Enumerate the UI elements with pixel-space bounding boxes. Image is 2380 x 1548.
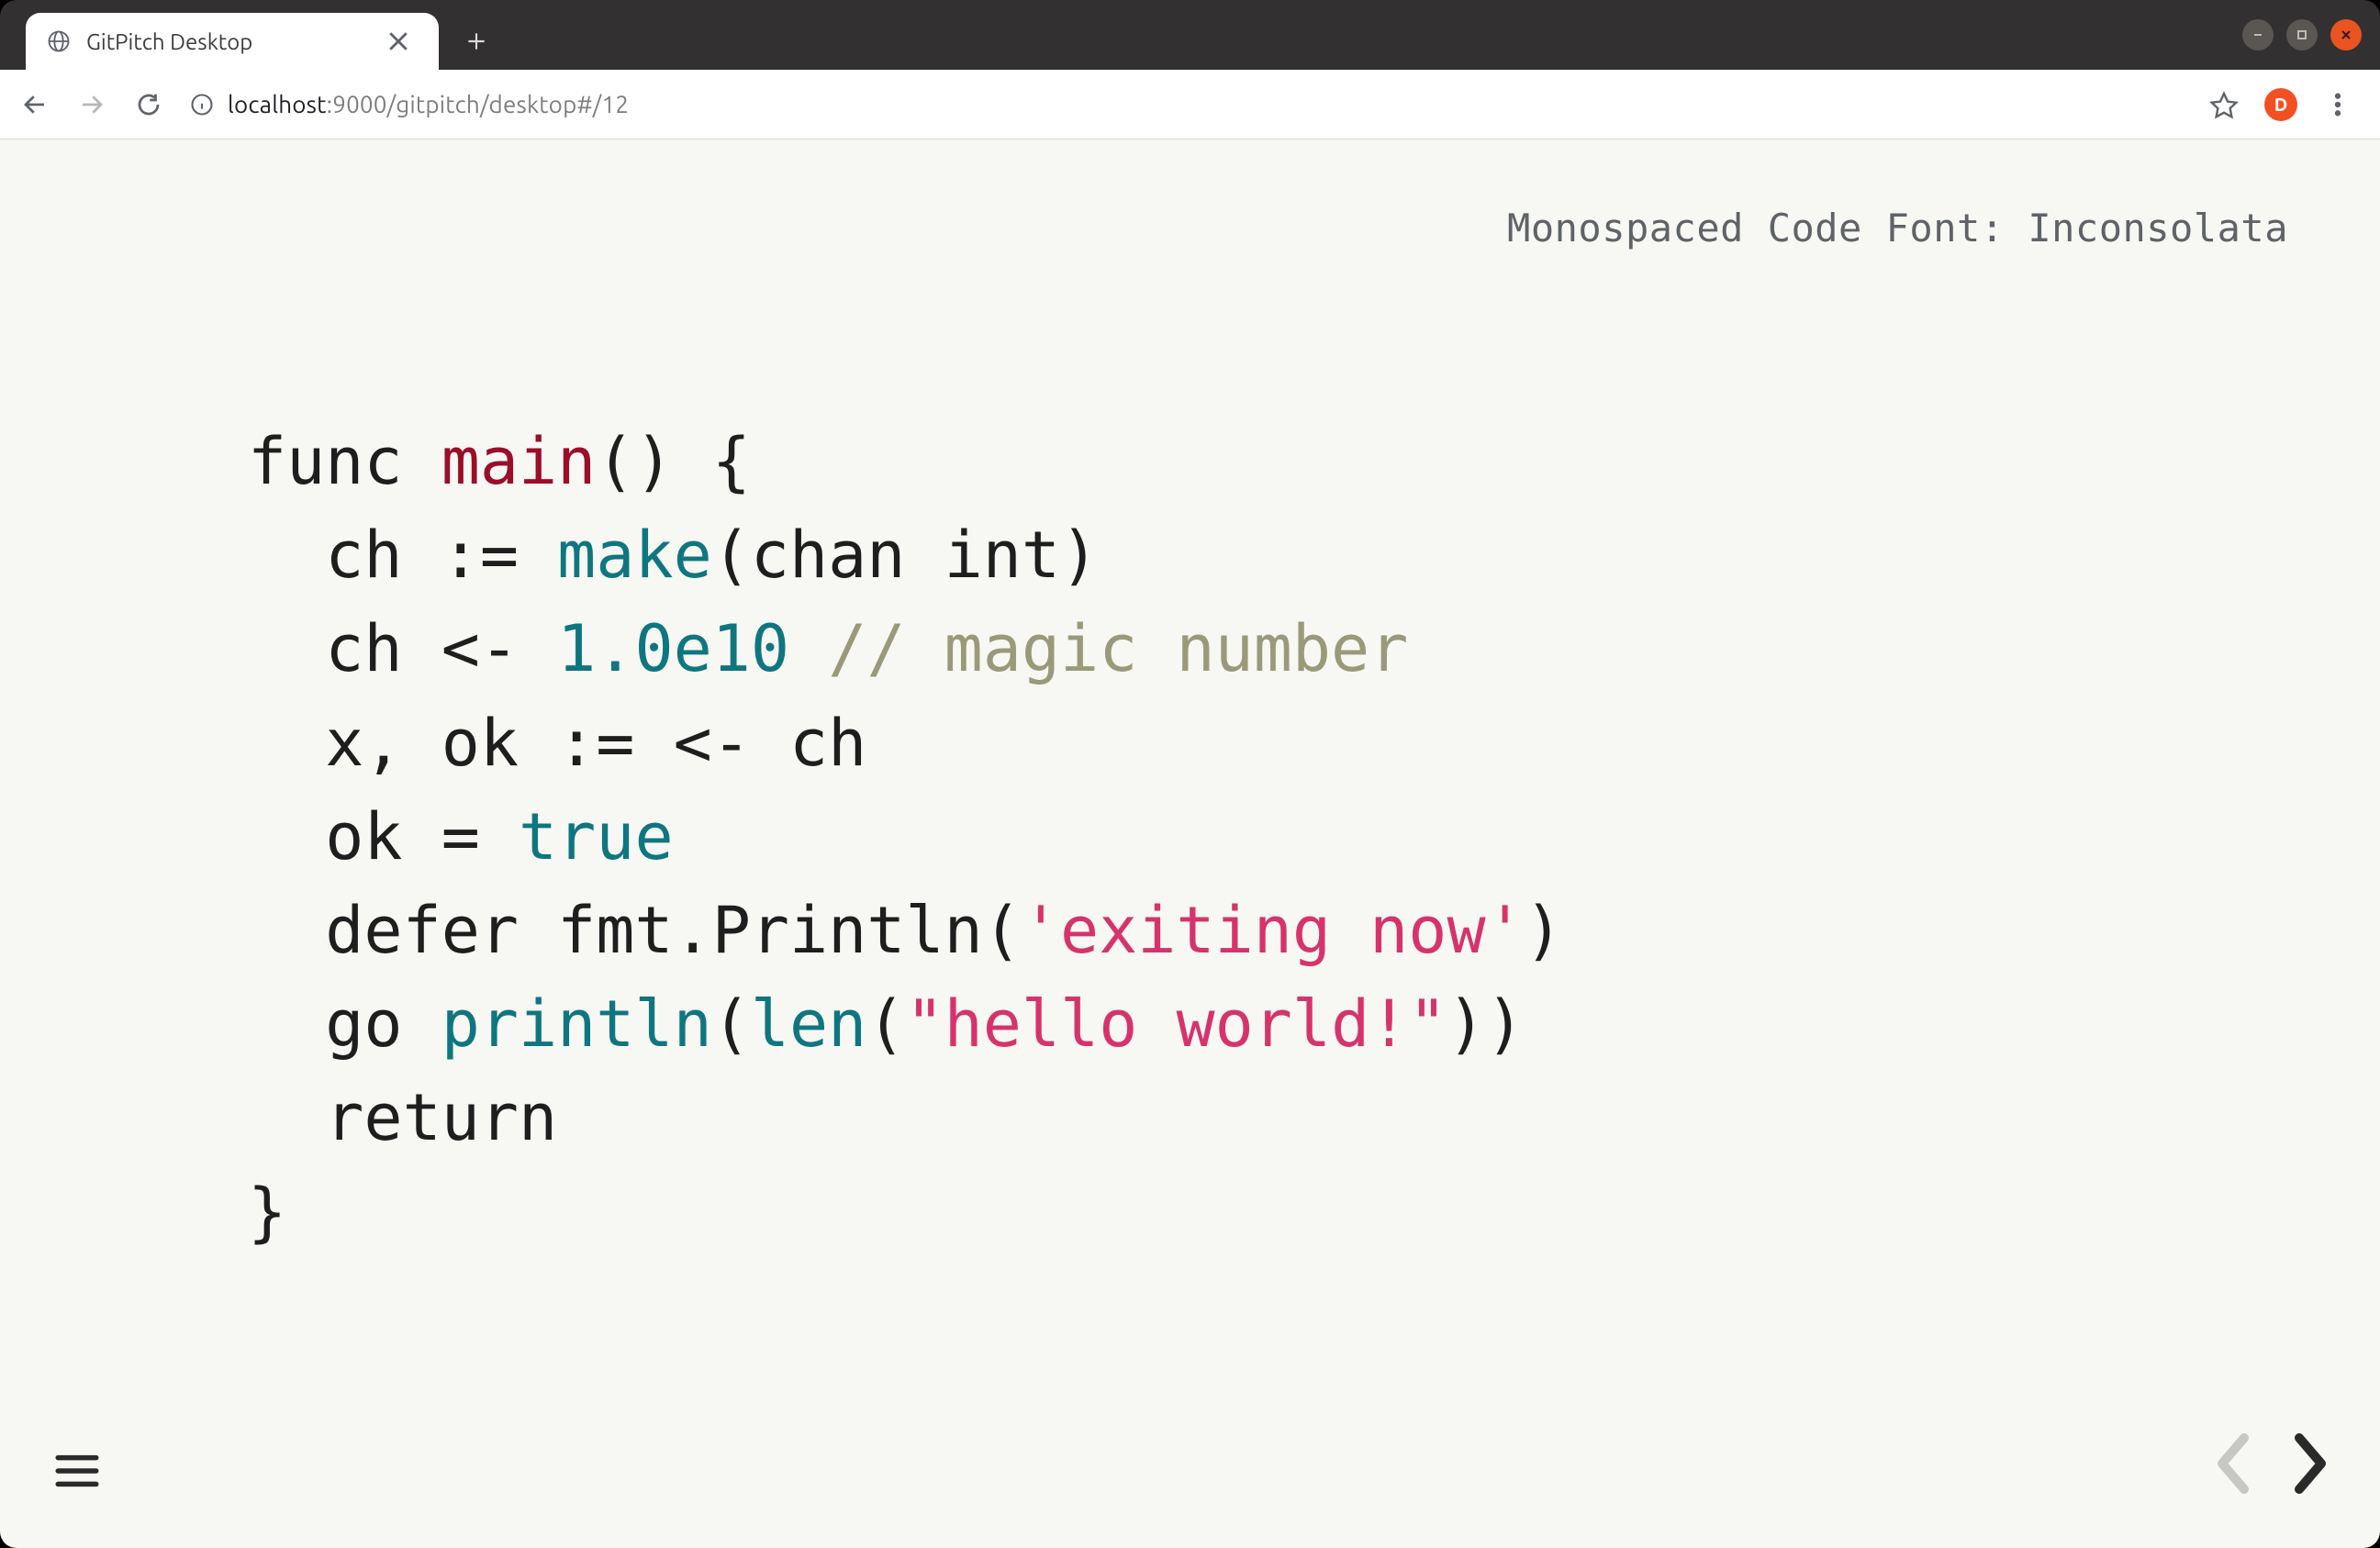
url-bar[interactable]: localhost:9000/gitpitch/desktop#/12 [180,79,2193,130]
code-token: 'exiting now' [1022,893,1525,968]
new-tab-button[interactable] [455,20,497,62]
bookmark-star-button[interactable] [2198,79,2250,130]
code-token: defer fmt.Println( [248,893,1022,968]
window-close-button[interactable] [2330,19,2362,50]
code-token: ( [866,986,905,1062]
code-token: println [441,986,712,1062]
code-token: ch := [248,518,557,593]
browser-menu-button[interactable] [2312,79,2363,130]
window-maximize-button[interactable] [2286,19,2318,50]
code-token: ok = [248,799,519,874]
window-minimize-button[interactable] [2242,19,2274,50]
code-token: return [248,1080,557,1155]
browser-window: GitPitch Desktop [0,0,2380,1548]
code-token: x, ok := <- ch [248,706,866,781]
title-bar: GitPitch Desktop [0,0,2380,70]
code-token: func [248,424,403,499]
code-token: true [519,799,674,874]
url-path: :9000/gitpitch/desktop#/12 [327,91,630,117]
code-token: go [248,986,441,1062]
previous-slide-button[interactable] [2207,1431,2259,1500]
close-tab-button[interactable] [385,28,411,54]
slide-menu-button[interactable] [55,1453,99,1493]
profile-avatar[interactable]: D [2264,88,2297,121]
code-token: 1.0e10 [557,611,789,686]
slide-content: Monospaced Code Font: Inconsolata func m… [0,139,2380,1548]
code-token: len [751,986,866,1062]
slide-navigation [2207,1431,2336,1500]
reload-button[interactable] [123,79,174,130]
window-controls [2242,19,2362,50]
back-button[interactable] [9,79,61,130]
code-token: ch <- [248,611,557,686]
tab-title: GitPitch Desktop [86,29,371,54]
globe-icon [46,28,72,54]
url-text: localhost:9000/gitpitch/desktop#/12 [228,91,629,117]
next-slide-button[interactable] [2285,1431,2336,1500]
code-token: main [441,424,597,499]
code-token: )) [1447,986,1525,1062]
code-token: ( [712,986,751,1062]
code-token [403,424,441,499]
site-info-icon[interactable] [189,92,215,117]
slide-heading: Monospaced Code Font: Inconsolata [1507,206,2288,251]
code-token: // magic number [828,611,1408,686]
code-token [789,611,828,686]
code-token: (chan int) [712,518,1099,593]
code-block: func main() { ch := make(chan int) ch <-… [248,415,1563,1259]
code-token: () { [596,424,751,499]
url-host: localhost [228,91,327,117]
code-token: "hello world!" [905,986,1447,1062]
forward-button[interactable] [66,79,117,130]
code-token: make [557,518,712,593]
address-bar: localhost:9000/gitpitch/desktop#/12 D [0,70,2380,139]
browser-tab[interactable]: GitPitch Desktop [26,13,439,70]
code-token: } [248,1175,286,1250]
code-token: ) [1525,893,1563,968]
